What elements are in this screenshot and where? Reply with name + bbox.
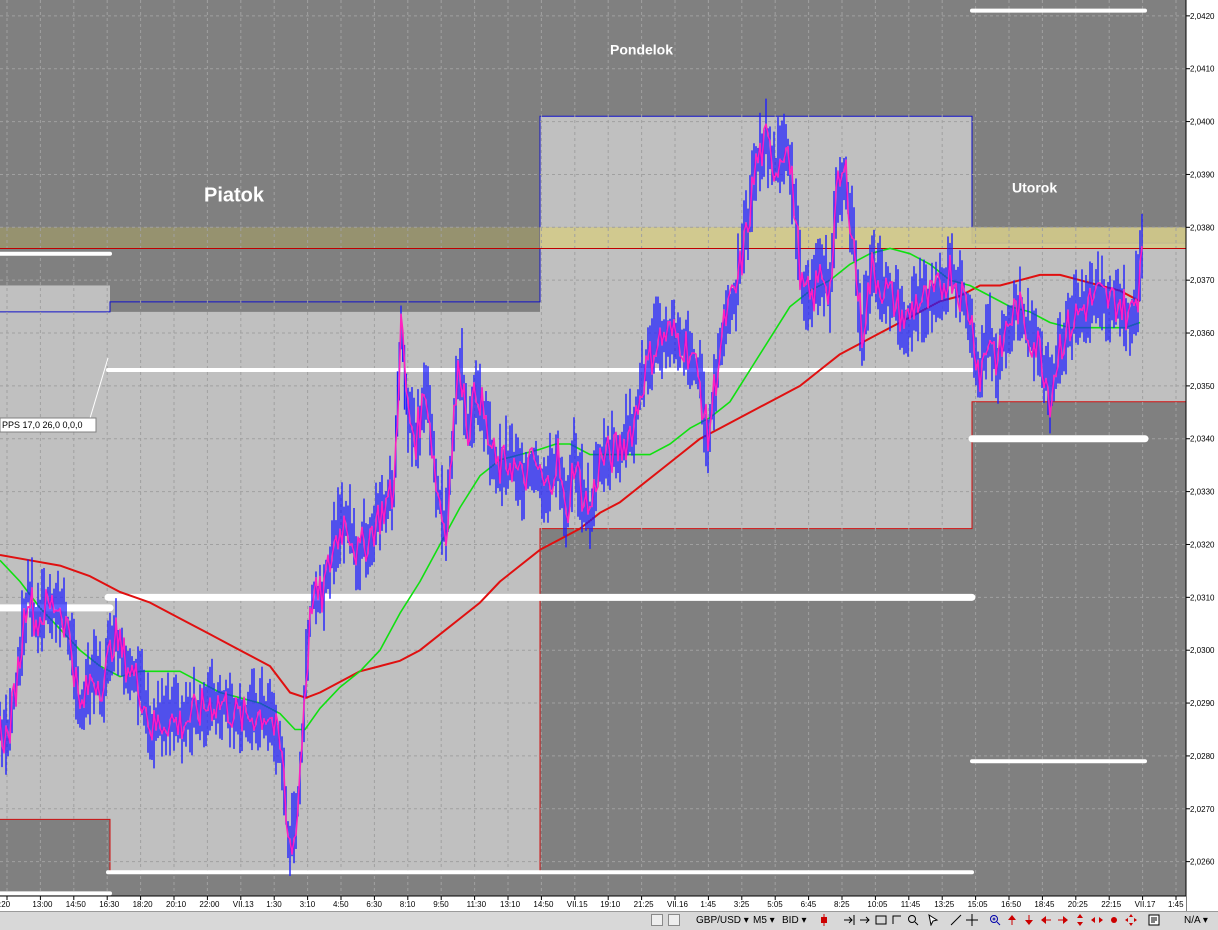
- day-label-monday: Pondelok: [610, 42, 673, 58]
- chart-window: Piatok Pondelok Utorok PPS 17,0 26,0 0,0,0 2…: [0, 0, 1218, 930]
- x-tick-label: 6:30: [366, 900, 382, 909]
- price-type-select[interactable]: BID ▾: [782, 915, 806, 926]
- y-tick-label: 2,0400: [1190, 118, 1215, 127]
- x-tick-label: 3:25: [734, 900, 750, 909]
- chart-toolbar: GBP/USD ▾ M5 ▾ BID ▾ N/A ▾: [0, 911, 1218, 930]
- arrow-right-red-icon[interactable]: [1057, 914, 1069, 926]
- arrow-updown-red-icon[interactable]: [1074, 914, 1086, 926]
- x-tick-label: 8:25: [834, 900, 850, 909]
- y-tick-label: 2,0310: [1190, 593, 1215, 602]
- candlestick-icon[interactable]: [818, 914, 830, 926]
- x-tick-label: 4:50: [333, 900, 349, 909]
- scroll-left-button[interactable]: [651, 914, 663, 926]
- x-tick-label: 1:45: [1168, 900, 1184, 909]
- arrow-left-red-icon[interactable]: [1040, 914, 1052, 926]
- y-tick-label: 2,0320: [1190, 540, 1215, 549]
- x-tick-label: VII.13: [233, 900, 254, 909]
- y-tick-label: 2,0360: [1190, 329, 1215, 338]
- x-tick-label: 14:50: [533, 900, 554, 909]
- x-tick-label: 16:30: [99, 900, 120, 909]
- cursor-icon[interactable]: [927, 914, 939, 926]
- price-chart[interactable]: Piatok Pondelok Utorok PPS 17,0 26,0 0,0,0 2…: [0, 0, 1218, 929]
- zoom-select[interactable]: N/A ▾: [1184, 915, 1208, 926]
- period-icon[interactable]: [891, 914, 903, 926]
- y-tick-label: 2,0420: [1190, 12, 1215, 21]
- arrow-up-red-icon[interactable]: [1006, 914, 1018, 926]
- x-tick-label: 18:45: [1034, 900, 1055, 909]
- x-tick-label: 5:05: [767, 900, 783, 909]
- timeframe-select[interactable]: M5 ▾: [753, 915, 775, 926]
- x-tick-label: 22:00: [199, 900, 220, 909]
- y-axis: 2,0260 2,0270 2,0280 2,0290 2,0300 2,0310 2,03…: [1185, 0, 1218, 911]
- x-tick-label: 11:45: [901, 900, 921, 909]
- draw-line-icon[interactable]: [950, 914, 962, 926]
- y-tick-label: 2,0260: [1190, 858, 1215, 867]
- x-tick-label: VII.16: [667, 900, 688, 909]
- x-tick-label: 6:45: [801, 900, 817, 909]
- y-tick-label: 2,0370: [1190, 276, 1215, 285]
- y-tick-label: 2,0270: [1190, 805, 1215, 814]
- x-tick-label: 1:45: [700, 900, 716, 909]
- y-tick-label: 2,0390: [1190, 170, 1215, 179]
- x-tick-label: 10:05: [867, 900, 888, 909]
- y-tick-label: 2,0350: [1190, 382, 1215, 391]
- arrows-all-red-icon[interactable]: [1125, 914, 1137, 926]
- x-tick-label: 13:25: [934, 900, 955, 909]
- shift-icon[interactable]: [859, 914, 871, 926]
- x-tick-label: 22:15: [1101, 900, 1122, 909]
- x-tick-label: 15:05: [968, 900, 989, 909]
- friday-low-zone: [0, 819, 110, 896]
- day-label-tuesday: Utorok: [1012, 180, 1057, 196]
- symbol-select[interactable]: GBP/USD ▾: [696, 915, 749, 926]
- y-tick-label: 2,0410: [1190, 65, 1215, 74]
- zoom-fit-icon[interactable]: [907, 914, 919, 926]
- autoscroll-icon[interactable]: [843, 914, 855, 926]
- chart-shift-icon[interactable]: [875, 914, 887, 926]
- zoom-in-icon[interactable]: [989, 914, 1001, 926]
- day-label-friday: Piatok: [204, 185, 265, 207]
- arrow-leftright-red-icon[interactable]: [1091, 914, 1103, 926]
- x-tick-label: :20: [0, 900, 11, 909]
- y-tick-label: 2,0380: [1190, 223, 1215, 232]
- y-tick-label: 2,0330: [1190, 488, 1215, 497]
- properties-icon[interactable]: [1148, 914, 1160, 926]
- x-tick-label: VII.17: [1135, 900, 1156, 909]
- x-tick-label: 21:25: [634, 900, 655, 909]
- indicator-label: PPS 17,0 26,0 0,0,0: [2, 420, 83, 430]
- arrow-down-red-icon[interactable]: [1023, 914, 1035, 926]
- x-tick-label: 13:10: [500, 900, 521, 909]
- resistance-band-highlight: [540, 227, 972, 249]
- x-tick-label: 13:00: [32, 900, 53, 909]
- x-tick-label: VII.15: [567, 900, 588, 909]
- x-tick-label: 8:10: [400, 900, 416, 909]
- x-tick-label: 11:30: [467, 900, 487, 909]
- x-tick-label: 3:10: [300, 900, 316, 909]
- friday-range-box: [0, 285, 110, 820]
- arrow-dot-red-icon[interactable]: [1108, 914, 1120, 926]
- x-tick-label: 14:50: [66, 900, 87, 909]
- x-tick-label: 18:20: [133, 900, 154, 909]
- x-tick-label: 20:25: [1068, 900, 1089, 909]
- crosshair-icon[interactable]: [966, 914, 978, 926]
- x-tick-label: 16:50: [1001, 900, 1022, 909]
- x-tick-label: 19:10: [600, 900, 621, 909]
- x-axis: :20 13:00 14:50 16:30 18:20 20:10 22:00 VII.13 1…: [0, 895, 1186, 911]
- y-tick-label: 2,0300: [1190, 646, 1215, 655]
- x-tick-label: 9:50: [433, 900, 449, 909]
- x-tick-label: 20:10: [166, 900, 187, 909]
- y-tick-label: 2,0340: [1190, 435, 1215, 444]
- scroll-right-button[interactable]: [668, 914, 680, 926]
- y-axis-panel: [1186, 0, 1218, 911]
- x-tick-label: 1:30: [266, 900, 282, 909]
- y-tick-label: 2,0280: [1190, 752, 1215, 761]
- resistance-band-highlight-2: [972, 227, 1186, 249]
- y-tick-label: 2,0290: [1190, 699, 1215, 708]
